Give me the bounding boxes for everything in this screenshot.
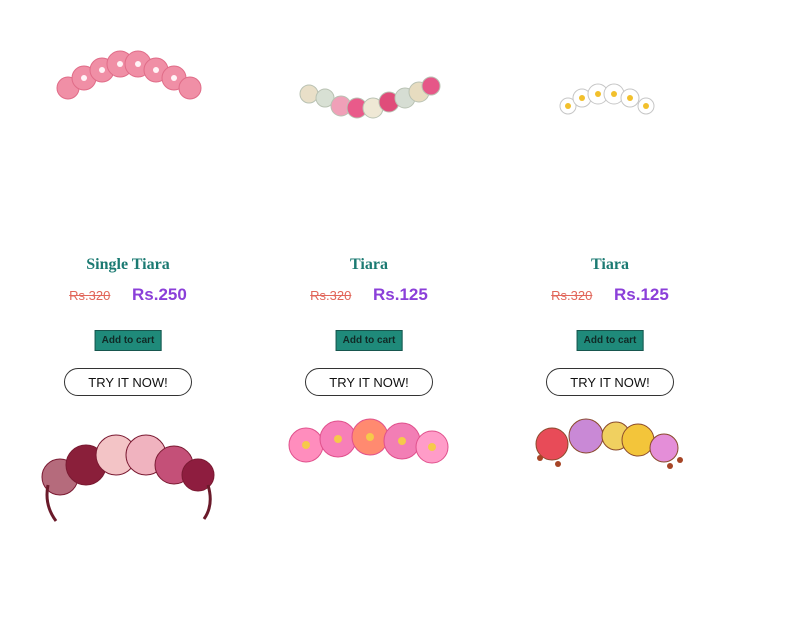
- sale-price: Rs.125: [614, 285, 669, 304]
- try-it-now-button[interactable]: TRY IT NOW!: [64, 368, 192, 396]
- mixed-flower-crown-preview[interactable]: [530, 414, 688, 478]
- rose-tiara-image[interactable]: [249, 30, 489, 140]
- price-row: Rs.320 Rs.250: [8, 285, 248, 305]
- product-title[interactable]: Single Tiara: [8, 256, 248, 274]
- product-card: Tiara Rs.320 Rs.125 Add to cart TRY IT N…: [249, 0, 489, 410]
- product-card: Single Tiara Rs.320 Rs.250 Add to cart T…: [8, 0, 248, 410]
- product-card: Tiara Rs.320 Rs.125 Add to cart TRY IT N…: [490, 0, 730, 410]
- add-to-cart-button[interactable]: Add to cart: [94, 330, 162, 351]
- product-title[interactable]: Tiara: [249, 256, 489, 274]
- sale-price: Rs.250: [132, 285, 187, 304]
- pink-flower-crown-preview[interactable]: [286, 415, 451, 470]
- pink-blossom-tiara-image[interactable]: [8, 30, 248, 140]
- try-it-now-button[interactable]: TRY IT NOW!: [546, 368, 674, 396]
- try-it-now-button[interactable]: TRY IT NOW!: [305, 368, 433, 396]
- product-title[interactable]: Tiara: [490, 256, 730, 274]
- rose-crown-preview[interactable]: [38, 425, 218, 525]
- price-row: Rs.320 Rs.125: [490, 285, 730, 305]
- sale-price: Rs.125: [373, 285, 428, 304]
- original-price: Rs.320: [551, 288, 593, 303]
- original-price: Rs.320: [69, 288, 111, 303]
- daisy-tiara-image[interactable]: [490, 30, 730, 140]
- price-row: Rs.320 Rs.125: [249, 285, 489, 305]
- add-to-cart-button[interactable]: Add to cart: [335, 330, 403, 351]
- add-to-cart-button[interactable]: Add to cart: [576, 330, 644, 351]
- original-price: Rs.320: [310, 288, 352, 303]
